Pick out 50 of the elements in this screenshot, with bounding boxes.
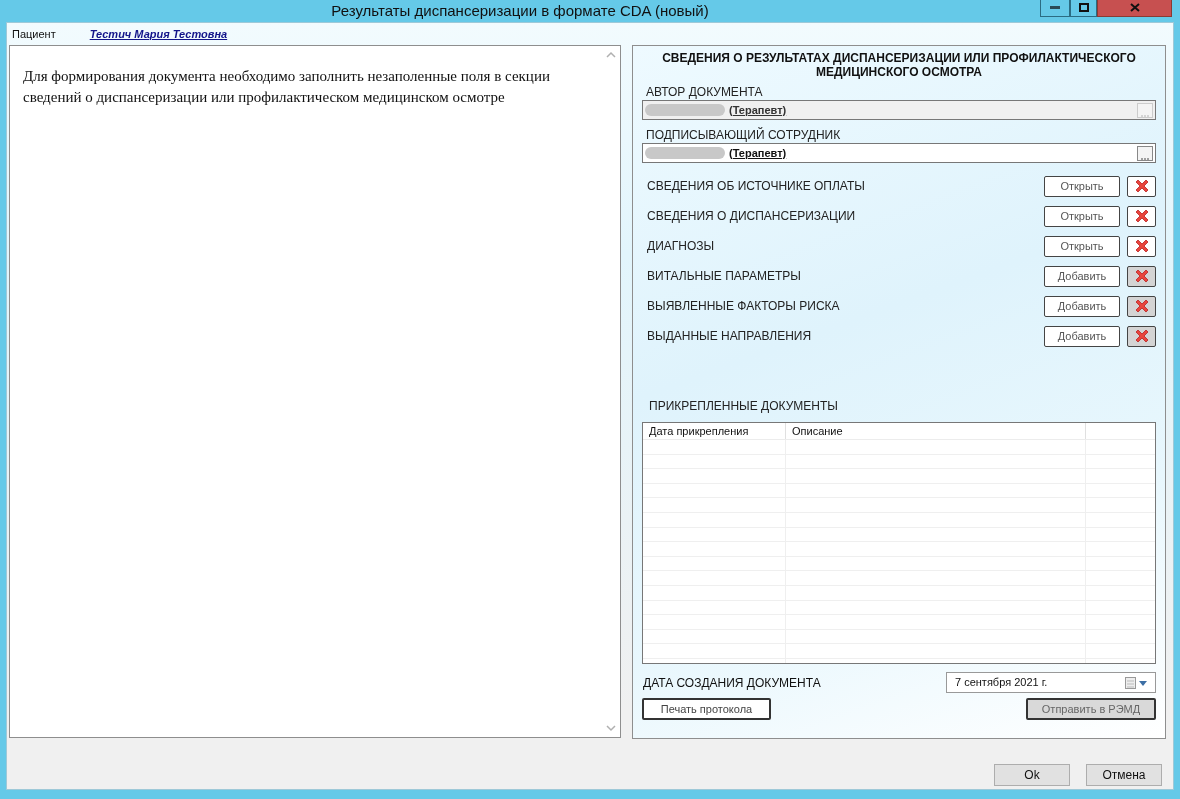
section-label: ДИАГНОЗЫ <box>646 238 716 255</box>
delete-icon <box>1133 268 1150 284</box>
close-icon <box>1129 2 1140 12</box>
window-title: Результаты диспансеризации в формате CDA (новый) <box>330 0 710 21</box>
browse-button[interactable] <box>1137 145 1153 161</box>
date-label: ДАТА СОЗДАНИЯ ДОКУМЕНТА <box>642 674 821 692</box>
section-label: ВИТАЛЬНЫЕ ПАРАМЕТРЫ <box>646 268 802 285</box>
field-label: ПОДПИСЫВАЮЩИЙ СОТРУДНИК <box>645 126 842 142</box>
field-value: (Терапевт) <box>729 102 788 118</box>
panel-title: СВЕДЕНИЯ О РЕЗУЛЬТАТАХ ДИСПАНСЕРИЗАЦИИ ИЛИ ПРОФИЛАКТИЧЕСКОГО МЕДИЦИНСКОГО ОСМОТРА <box>661 51 1137 79</box>
delete-icon <box>1133 328 1150 344</box>
section-label: ПРИКРЕПЛЕННЫЕ ДОКУМЕНТЫ <box>648 398 839 415</box>
patient-link[interactable]: Тестич Мария Тестовна <box>89 25 228 43</box>
section-button[interactable]: Открыть <box>1044 205 1120 227</box>
section-label: СВЕДЕНИЯ О ДИСПАНСЕРИЗАЦИИ <box>646 208 857 225</box>
date-picker[interactable]: 7 сентября 2021 г. <box>946 672 1156 693</box>
section-button[interactable]: Добавить <box>1044 265 1120 287</box>
patient-label: Пациент <box>12 26 56 42</box>
ellipsis-icon <box>1141 114 1149 117</box>
ellipsis-icon <box>1141 157 1149 160</box>
minimize-icon <box>1050 5 1060 9</box>
close-button[interactable] <box>1097 0 1172 17</box>
minimize-button[interactable] <box>1040 0 1070 17</box>
print-button[interactable]: Печать протокола <box>642 698 771 720</box>
field-label: АВТОР ДОКУМЕНТА <box>645 84 764 99</box>
delete-icon <box>1133 298 1150 314</box>
section-button[interactable]: Добавить <box>1044 295 1120 317</box>
section-label: ВЫДАННЫЕ НАПРАВЛЕНИЯ <box>646 328 813 345</box>
delete-button[interactable] <box>1127 175 1156 197</box>
section-button[interactable]: Открыть <box>1044 235 1120 257</box>
maximize-button[interactable] <box>1070 0 1097 17</box>
ok-button[interactable]: Ok <box>994 764 1070 786</box>
maximize-icon <box>1078 2 1089 12</box>
section-label: СВЕДЕНИЯ ОБ ИСТОЧНИКЕ ОПЛАТЫ <box>646 178 866 195</box>
column-header: Дата прикрепления <box>643 423 786 439</box>
section-button[interactable]: Открыть <box>1044 175 1120 197</box>
delete-icon <box>1133 178 1150 194</box>
calendar-dropdown-icon[interactable] <box>1125 676 1147 689</box>
cancel-button[interactable]: Отмена <box>1086 764 1162 786</box>
message-text: Для формирования документа необходимо заполнить незаполенные поля в секции сведений о диспансеризации или профилактическом медицинском осмотре <box>22 67 551 107</box>
field-value: (Терапевт) <box>729 145 788 161</box>
section-label: ВЫЯВЛЕННЫЕ ФАКТОРЫ РИСКА <box>646 298 841 315</box>
section-button[interactable]: Добавить <box>1044 325 1120 347</box>
delete-icon <box>1133 238 1150 254</box>
delete-icon <box>1133 208 1150 224</box>
date-value: 7 сентября 2021 г. <box>955 675 1048 691</box>
delete-button[interactable] <box>1127 205 1156 227</box>
person-field[interactable]: (Терапевт) <box>642 143 1156 163</box>
delete-button[interactable] <box>1127 235 1156 257</box>
column-header: Описание <box>786 423 1086 439</box>
